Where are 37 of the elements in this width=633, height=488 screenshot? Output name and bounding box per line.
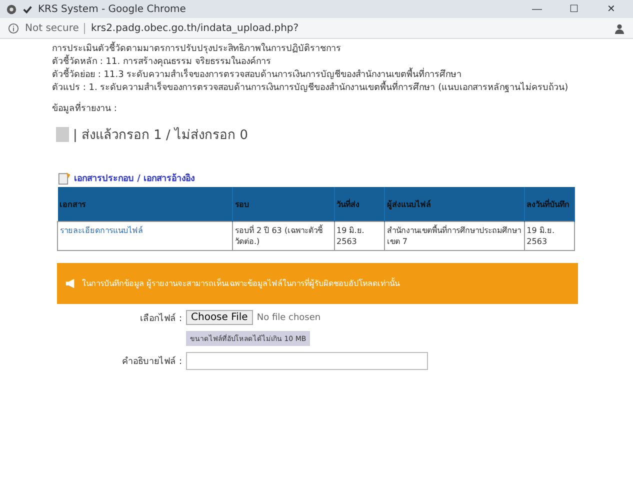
document-icon (58, 171, 72, 185)
file-status: No file chosen (256, 312, 321, 322)
document-link[interactable]: รายละเอียดการแนบไฟล์ (58, 222, 232, 250)
file-label: เลือกไฟล์ : (139, 312, 182, 324)
table-cell: 19 มิ.ย. 2563 (524, 222, 574, 250)
security-label: Not secure (25, 22, 85, 34)
column-header: รอบ (232, 187, 334, 222)
status-square-icon (56, 127, 69, 142)
description-label: คำอธิบายไฟล์ : (121, 355, 182, 368)
browser-icon (6, 4, 17, 14)
window-title: KRS System - Google Chrome (38, 4, 186, 14)
notice-text: ในการบันทึกข้อมูล ผู้รายงานจะสามารถเห็นเฉพาะข้อมูลไฟล์ในการที่ผู้รับผิดชอบอัปโหลดเท่านั้น (82, 277, 400, 290)
column-header: วันที่ส่ง (334, 187, 384, 222)
report-value: | ส่งแล้วกรอก 1 / ไม่ส่งกรอก 0 (73, 126, 248, 145)
column-header: ผู้ส่งแนบไฟล์ (384, 187, 524, 222)
table-cell: สำนักงานเขตพื้นที่การศึกษาประถมศึกษา เขต 7 (384, 222, 524, 250)
window-control[interactable]: ☐ (558, 3, 590, 15)
info-text: ตัวชี้วัดย่อย : 11.3 ระดับความสำเร็จของการตรวจสอบด้านการเงินการบัญชีของสำนักงานเขตพื้นที่การศึกษา (52, 69, 593, 82)
choose-file-button[interactable]: Choose File (186, 310, 253, 325)
info-text: ตัวชี้วัดหลัก : 11. การสร้างคุณธรรม จริยธรรมในองค์การ (52, 56, 593, 69)
description-field[interactable] (186, 352, 428, 370)
megaphone-icon (65, 278, 76, 289)
check-icon (22, 4, 33, 14)
window-control[interactable]: ✕ (595, 3, 627, 15)
column-header: ลงวันที่บันทึก (524, 187, 574, 222)
column-header: เอกสาร (58, 187, 232, 222)
person-icon[interactable] (614, 22, 625, 34)
info-icon (8, 22, 19, 34)
table-cell: 19 มิ.ย. 2563 (334, 222, 384, 250)
info-text: การประเมินตัวชี้วัดตามมาตรการปรับปรุงประสิทธิภาพในการปฏิบัติราชการ (52, 43, 593, 56)
documents-link[interactable]: เอกสารประกอบ / เอกสารอ้างอิง (74, 171, 195, 185)
window-control[interactable]: — (521, 4, 553, 14)
info-text: ตัวแปร : 1. ระดับความสำเร็จของการตรวจสอบด้านการเงินการบัญชีของสำนักงานเขตพื้นที่การศึกษา (แนบเอกสารหลักฐานไม่ครบถ้วน) (52, 82, 593, 95)
table-cell: รอบที่ 2 ปี 63 (เฉพาะตัวชี้วัดต่อ.) (232, 222, 334, 250)
url-text: krs2.padg.obec.go.th/indata_upload.php? (90, 22, 299, 34)
report-label: ข้อมูลที่รายงาน : (52, 103, 593, 116)
address-bar[interactable]: Not secure krs2.padg.obec.go.th/indata_upload.php? (0, 18, 633, 39)
